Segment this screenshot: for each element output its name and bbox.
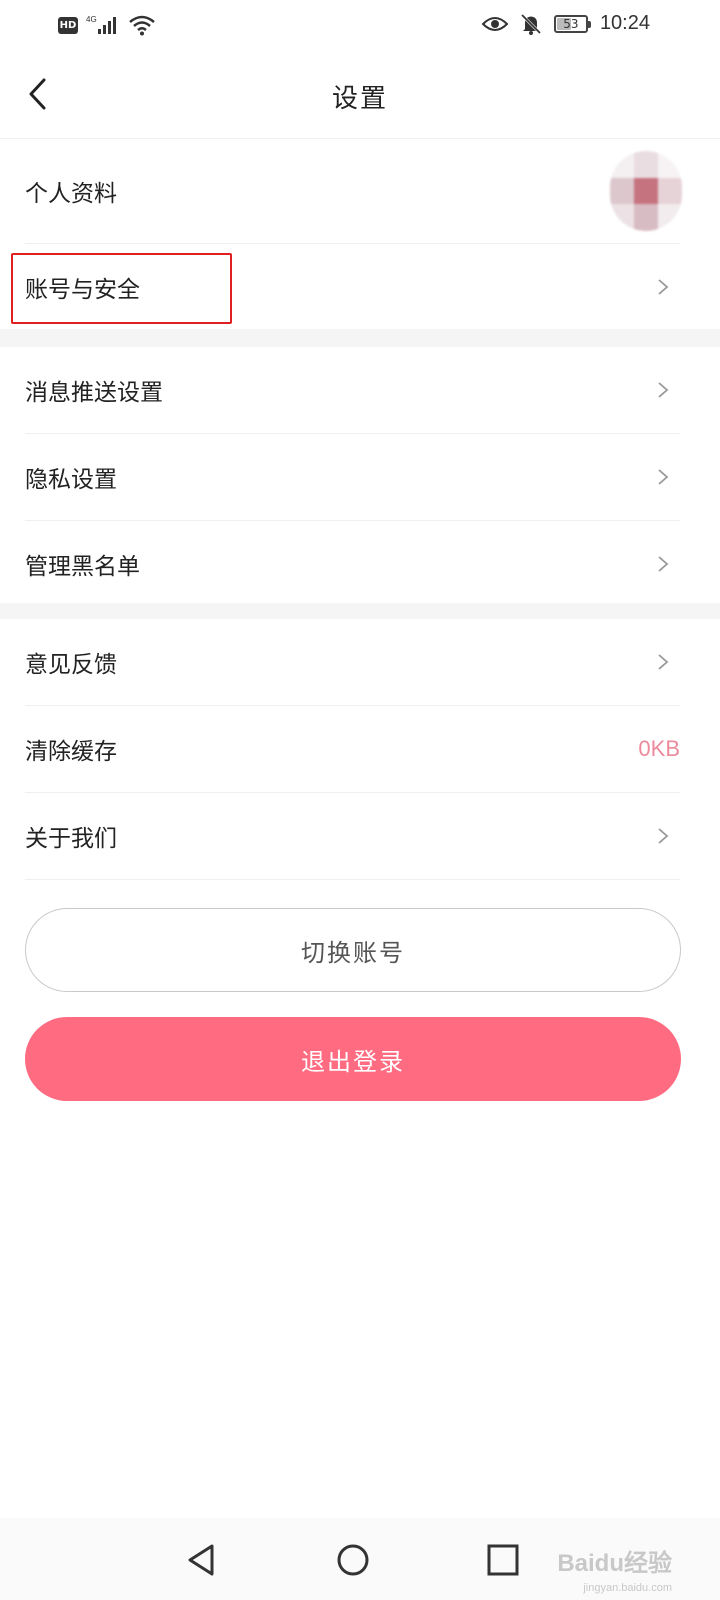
signal-icon: 4G — [86, 15, 116, 34]
settings-screen: HD 4G 53 10:24 设置 个人资料 账号与安全 消息推送设置 隐私设置… — [0, 0, 720, 1600]
bell-muted-icon — [520, 13, 541, 35]
nav-back-button[interactable] — [182, 1540, 222, 1580]
row-push-settings[interactable]: 消息推送设置 — [25, 347, 680, 434]
logout-button[interactable]: 退出登录 — [25, 1017, 681, 1101]
home-circle-icon — [337, 1544, 369, 1576]
row-feedback[interactable]: 意见反馈 — [25, 619, 680, 706]
chevron-right-icon — [658, 828, 669, 844]
settings-group-other: 意见反馈 清除缓存 0KB 关于我们 — [0, 619, 720, 880]
watermark-subtext: jingyan.baidu.com — [583, 1582, 672, 1594]
row-label: 隐私设置 — [25, 467, 117, 493]
row-label: 个人资料 — [25, 181, 117, 207]
row-label: 意见反馈 — [25, 652, 117, 678]
network-label: 4G — [86, 15, 97, 24]
section-divider — [0, 329, 720, 347]
row-blacklist[interactable]: 管理黑名单 — [25, 521, 680, 607]
avatar[interactable] — [610, 151, 682, 231]
row-label: 关于我们 — [25, 826, 117, 852]
wifi-icon — [129, 15, 155, 36]
section-divider — [0, 603, 720, 619]
chevron-right-icon — [658, 279, 669, 295]
battery-level: 53 — [563, 16, 579, 31]
chevron-right-icon — [658, 654, 669, 670]
row-label: 账号与安全 — [25, 277, 140, 303]
status-left: HD 4G — [58, 14, 156, 36]
page-title: 设置 — [331, 84, 388, 114]
nav-recents-button[interactable] — [483, 1540, 523, 1580]
row-label: 管理黑名单 — [25, 554, 140, 580]
recents-square-icon — [487, 1544, 519, 1576]
battery-icon: 53 — [553, 14, 591, 33]
baidu-watermark: Baidu经验 jingyan.baidu.com — [557, 1543, 672, 1594]
status-time: 10:24 — [599, 12, 650, 34]
chevron-right-icon — [658, 469, 669, 485]
eye-icon — [481, 16, 508, 31]
row-privacy-settings[interactable]: 隐私设置 — [25, 434, 680, 521]
settings-group-general: 消息推送设置 隐私设置 管理黑名单 — [0, 347, 720, 607]
system-nav-bar: Baidu经验 jingyan.baidu.com — [0, 1518, 720, 1600]
row-profile[interactable]: 个人资料 — [25, 139, 682, 244]
chevron-right-icon — [658, 556, 669, 572]
back-triangle-icon — [188, 1544, 214, 1576]
chevron-right-icon — [658, 382, 669, 398]
row-account-security[interactable]: 账号与安全 — [25, 244, 680, 330]
hd-icon: HD — [58, 16, 78, 34]
status-bar: HD 4G 53 10:24 — [0, 0, 720, 52]
status-right: 53 10:24 — [481, 12, 650, 35]
nav-home-button[interactable] — [333, 1540, 373, 1580]
cache-size-value: 0KB — [638, 736, 680, 761]
watermark-text: Baidu经验 — [557, 1550, 672, 1577]
row-clear-cache[interactable]: 清除缓存 0KB — [25, 706, 680, 793]
settings-group-account: 个人资料 账号与安全 — [0, 139, 720, 330]
row-label: 清除缓存 — [25, 739, 117, 765]
switch-account-button[interactable]: 切换账号 — [25, 908, 681, 992]
header: 设置 — [0, 52, 720, 139]
row-about-us[interactable]: 关于我们 — [25, 793, 680, 880]
row-label: 消息推送设置 — [25, 380, 163, 406]
